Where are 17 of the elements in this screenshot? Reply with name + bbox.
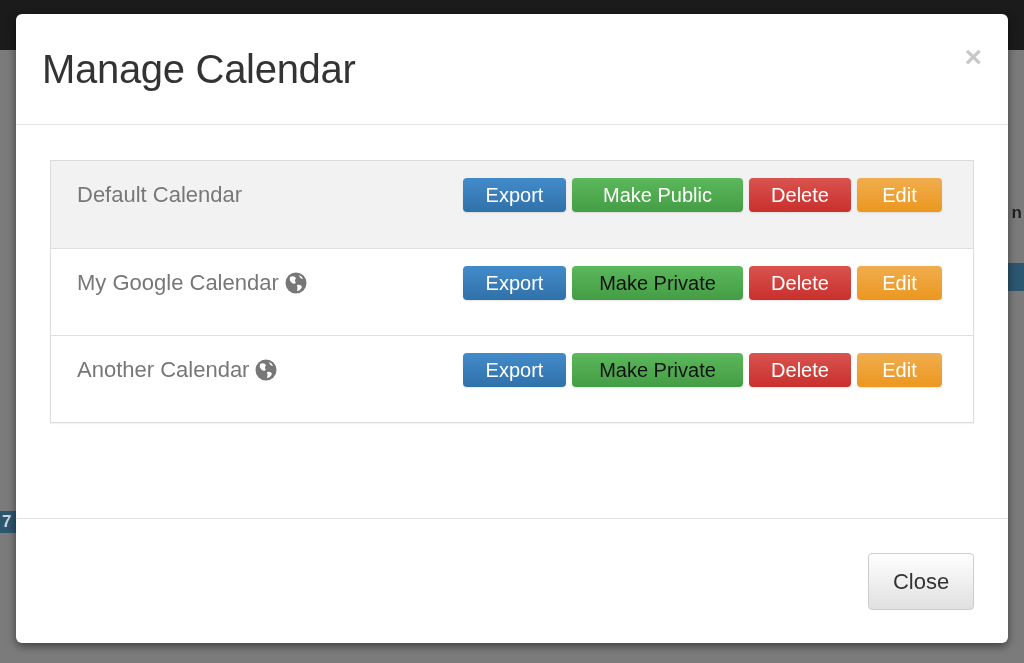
globe-icon: [255, 359, 278, 381]
visibility-button[interactable]: Make Public: [572, 178, 743, 212]
delete-button[interactable]: Delete: [749, 178, 851, 212]
calendar-name: Another Calendar: [77, 357, 250, 383]
calendar-name: My Google Calendar: [77, 270, 279, 296]
close-button[interactable]: Close: [868, 553, 974, 610]
calendar-name: Default Calendar: [77, 182, 243, 208]
visibility-button[interactable]: Make Private: [572, 266, 743, 300]
export-button[interactable]: Export: [463, 353, 566, 387]
background-text: n: [1011, 203, 1022, 223]
export-button[interactable]: Export: [463, 266, 566, 300]
delete-button[interactable]: Delete: [749, 266, 851, 300]
modal-title: Manage Calendar: [42, 46, 356, 92]
visibility-button[interactable]: Make Private: [572, 353, 743, 387]
globe-icon: [284, 272, 307, 294]
export-button[interactable]: Export: [463, 178, 566, 212]
delete-button[interactable]: Delete: [749, 353, 851, 387]
